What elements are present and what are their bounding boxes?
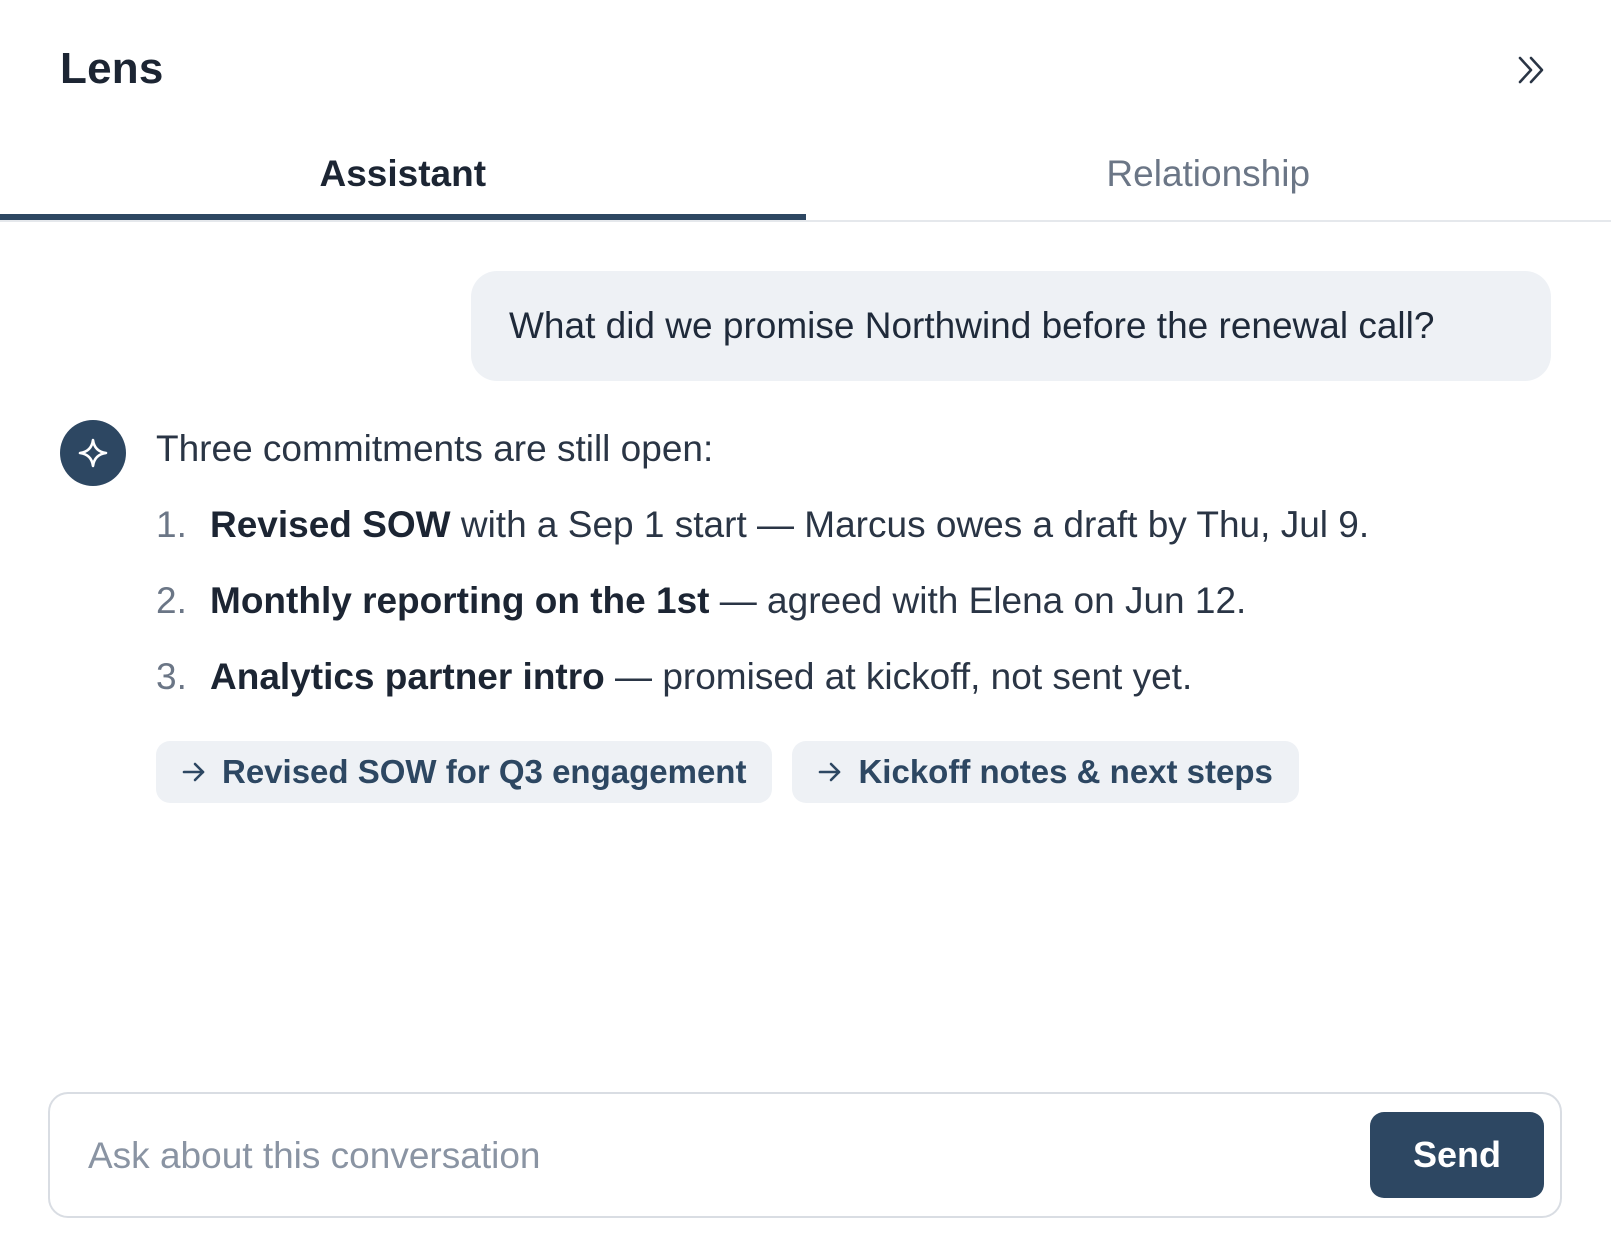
list-item-detail: with a Sep 1 start — Marcus owes a draft… — [450, 504, 1370, 545]
list-item: 1. Revised SOW with a Sep 1 start — Marcu… — [156, 505, 1369, 545]
user-message-text: What did we promise Northwind before the… — [509, 305, 1435, 346]
tab-assistant[interactable]: Assistant — [0, 130, 806, 220]
source-chip-kickoff-notes[interactable]: Kickoff notes & next steps — [792, 741, 1299, 803]
list-item-number: 1. — [156, 504, 187, 545]
message-input[interactable] — [86, 1122, 1340, 1190]
sparkle-icon — [78, 438, 108, 468]
panel-header: Lens — [0, 0, 1611, 130]
source-chip-revised-sow[interactable]: Revised SOW for Q3 engagement — [156, 741, 773, 803]
collapse-panel-button[interactable] — [1510, 48, 1554, 92]
tab-relationship[interactable]: Relationship — [806, 130, 1611, 218]
list-item-detail: — promised at kickoff, not sent yet. — [604, 656, 1193, 697]
double-chevron-right-icon — [1518, 56, 1544, 84]
list-item-title: Analytics partner intro — [210, 656, 605, 697]
send-button[interactable]: Send — [1370, 1112, 1544, 1198]
arrow-right-icon — [819, 762, 841, 782]
list-item-detail: — agreed with Elena on Jun 12. — [709, 580, 1247, 621]
source-chip-label: Kickoff notes & next steps — [858, 753, 1273, 790]
assistant-avatar — [60, 420, 126, 486]
assistant-intro-text: Three commitments are still open: — [156, 428, 714, 469]
list-item-number: 3. — [156, 656, 187, 697]
arrow-right-icon — [182, 762, 205, 782]
user-message-bubble: What did we promise Northwind before the… — [471, 271, 1551, 381]
source-chips: Revised SOW for Q3 engagement Kickoff no… — [156, 741, 1299, 803]
tab-bar: Assistant Relationship — [0, 130, 1611, 222]
message-composer: Send — [48, 1092, 1562, 1218]
list-item-number: 2. — [156, 580, 187, 621]
list-item-title: Revised SOW — [210, 504, 451, 545]
commitment-list: 1. Revised SOW with a Sep 1 start — Marcu… — [156, 505, 1369, 733]
source-chip-label: Revised SOW for Q3 engagement — [222, 753, 747, 790]
list-item: 3. Analytics partner intro — promised at … — [156, 657, 1369, 697]
list-item: 2. Monthly reporting on the 1st — agreed … — [156, 581, 1369, 621]
list-item-title: Monthly reporting on the 1st — [210, 580, 710, 621]
app-title: Lens — [60, 44, 164, 93]
